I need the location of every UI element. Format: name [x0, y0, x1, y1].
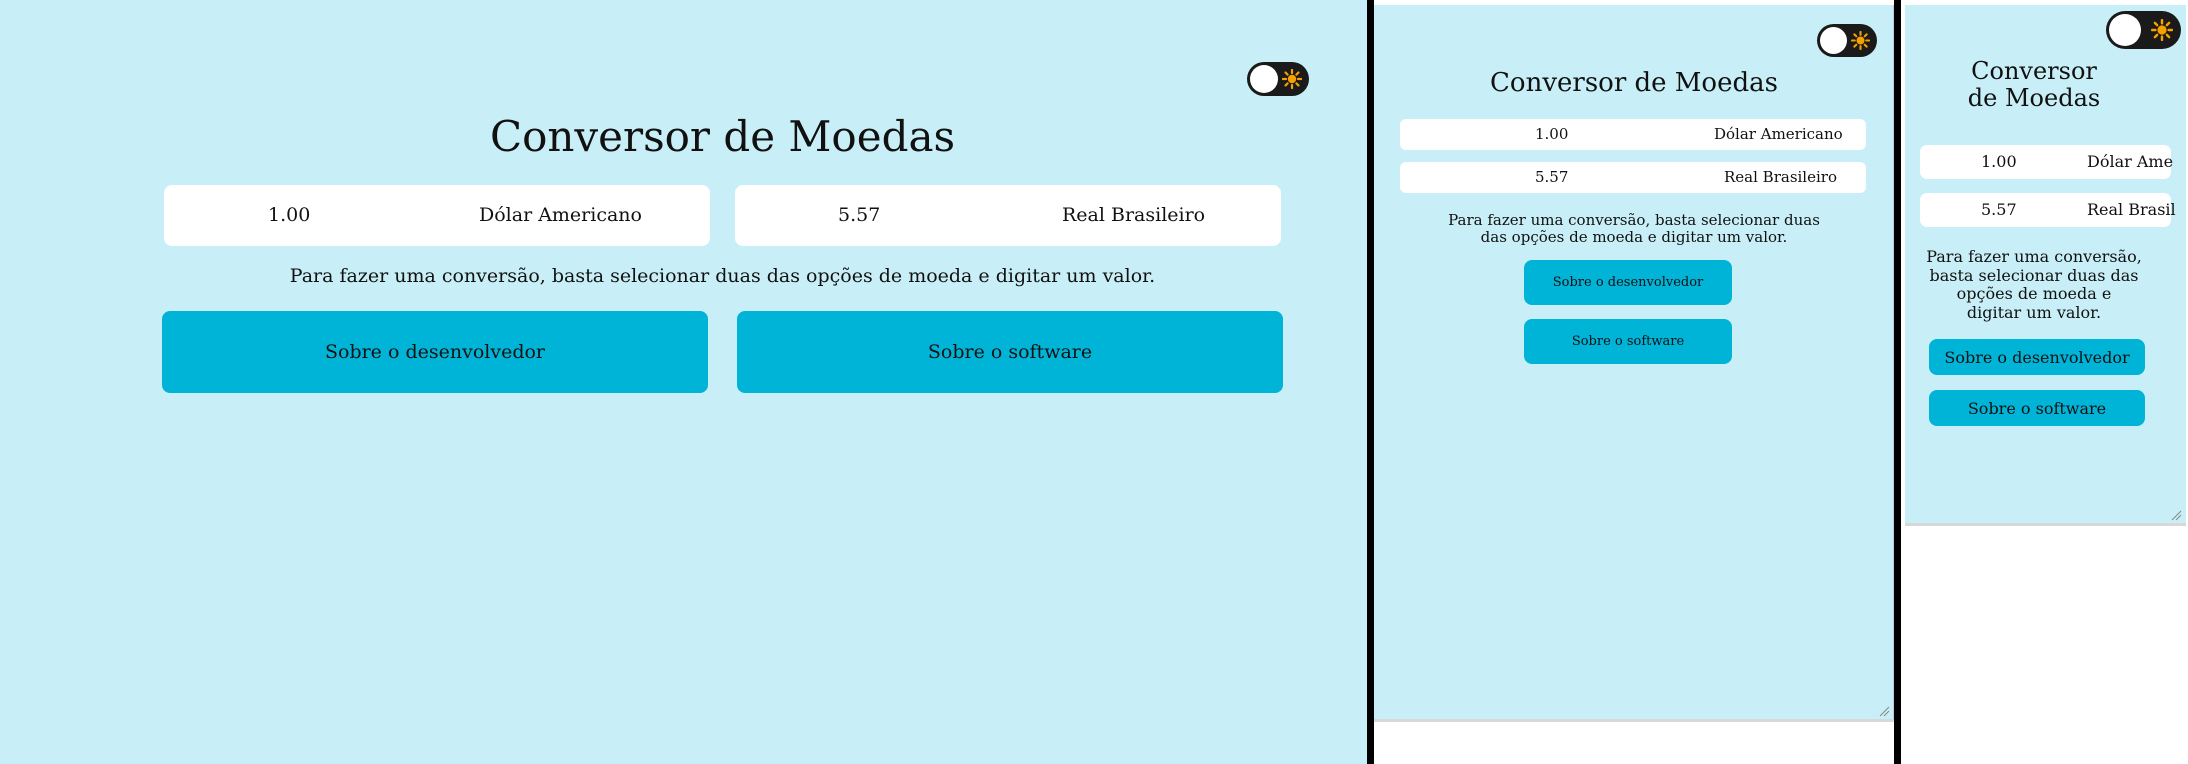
toggle-knob — [2109, 14, 2141, 46]
view-separator — [1367, 0, 1374, 764]
tablet-view: Conversor de Moedas 1.00 Dólar Americano… — [1374, 5, 1894, 721]
instructions-line: digitar um valor. — [1966, 302, 2102, 322]
from-value-input[interactable]: 1.00 — [268, 185, 310, 246]
about-developer-button[interactable]: Sobre o desenvolvedor — [1524, 260, 1732, 305]
instructions-line: Para fazer uma conversão, basta selecion… — [1448, 211, 1820, 229]
page-title: Conversor de Moedas — [1905, 58, 2163, 112]
to-currency-select[interactable]: Real Brasileiro — [1724, 162, 1837, 193]
from-currency-field[interactable]: 1.00 Dólar Americano — [164, 185, 710, 246]
instructions-text: Para fazer uma conversão, basta selecion… — [1374, 212, 1894, 246]
from-currency-select[interactable]: Dólar Americano — [479, 185, 642, 246]
theme-toggle[interactable] — [2106, 11, 2181, 49]
theme-toggle[interactable] — [1817, 24, 1877, 57]
sun-icon — [2151, 19, 2173, 41]
theme-toggle[interactable] — [1247, 62, 1309, 96]
to-value-input[interactable]: 5.57 — [1981, 193, 2017, 227]
toggle-knob — [1250, 65, 1278, 93]
page-title: Conversor de Moedas — [489, 112, 956, 161]
from-currency-select[interactable]: Dólar Americano — [1714, 119, 1843, 150]
about-software-button[interactable]: Sobre o software — [1524, 319, 1732, 364]
sun-icon — [1282, 69, 1302, 89]
page-title-line: de Moedas — [1967, 84, 2101, 112]
to-currency-select[interactable]: Real Brasileiro — [1062, 185, 1205, 246]
about-software-button[interactable]: Sobre o software — [1929, 390, 2145, 426]
page-title: Conversor de Moedas — [1490, 68, 1778, 98]
instructions-line: basta selecionar duas das — [1929, 265, 2139, 285]
about-developer-button[interactable]: Sobre o desenvolvedor — [1929, 339, 2145, 375]
instructions-line: opções de moeda e — [1956, 284, 2112, 303]
about-software-button[interactable]: Sobre o software — [737, 311, 1283, 393]
from-value-input[interactable]: 1.00 — [1535, 119, 1568, 150]
instructions-text: Para fazer uma conversão, basta selecion… — [289, 265, 1156, 287]
desktop-view: Conversor de Moedas 1.00 Dólar Americano… — [0, 0, 1367, 764]
from-currency-field[interactable]: 1.00 Dólar Americano — [1400, 119, 1866, 150]
from-currency-field[interactable]: 1.00 Dólar Ame — [1920, 145, 2173, 179]
to-currency-field[interactable]: 5.57 Real Brasileiro — [1400, 162, 1866, 193]
resize-grip-icon[interactable] — [1878, 705, 1890, 717]
to-value-input[interactable]: 5.57 — [1535, 162, 1568, 193]
from-currency-select[interactable]: Dólar Ame — [2087, 145, 2173, 179]
to-currency-field[interactable]: 5.57 Real Brasileiro — [735, 185, 1281, 246]
from-value-input[interactable]: 1.00 — [1981, 145, 2017, 179]
resize-grip-icon[interactable] — [2170, 509, 2182, 521]
mobile-frame-edge — [1905, 523, 2186, 526]
mobile-view: Conversor de Moedas 1.00 Dólar Ame 5.57 … — [1905, 5, 2186, 525]
instructions-text: Para fazer uma conversão, basta selecion… — [1905, 247, 2163, 322]
instructions-line: Para fazer uma conversão, — [1926, 247, 2142, 266]
sun-icon — [1851, 31, 1870, 50]
page-title-line: Conversor — [1971, 57, 2097, 85]
view-separator — [1894, 0, 1901, 764]
to-currency-select[interactable]: Real Brasil — [2087, 193, 2176, 227]
toggle-knob — [1820, 27, 1847, 54]
about-developer-button[interactable]: Sobre o desenvolvedor — [162, 311, 708, 393]
to-currency-field[interactable]: 5.57 Real Brasil — [1920, 193, 2176, 227]
instructions-line: das opções de moeda e digitar um valor. — [1480, 228, 1788, 246]
tablet-frame-edge — [1374, 719, 1894, 722]
to-value-input[interactable]: 5.57 — [838, 185, 880, 246]
